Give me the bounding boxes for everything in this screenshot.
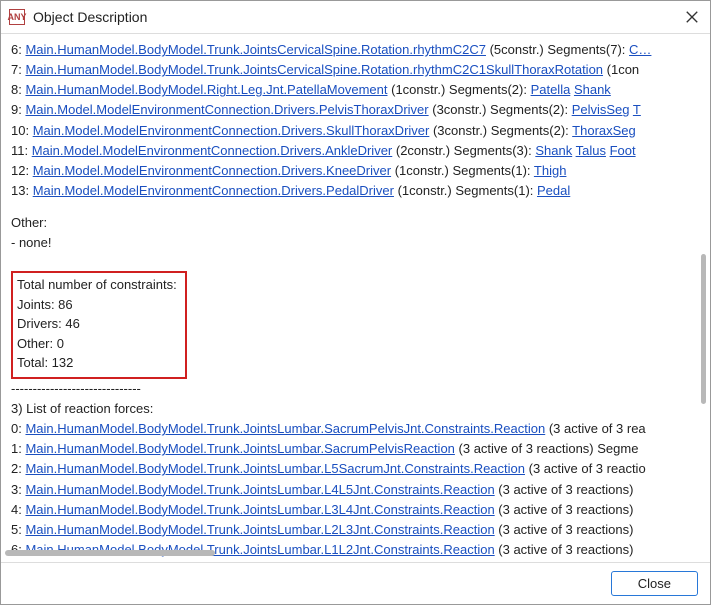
list-item: 8: Main.HumanModel.BodyModel.Right.Leg.J… — [11, 80, 700, 100]
line-index: 3: — [11, 482, 25, 497]
list-item: 1: Main.HumanModel.BodyModel.Trunk.Joint… — [11, 439, 700, 459]
line-index: 5: — [11, 522, 25, 537]
object-link[interactable]: Main.Model.ModelEnvironmentConnection.Dr… — [33, 123, 430, 138]
object-link[interactable]: Main.HumanModel.BodyModel.Trunk.JointsLu… — [25, 441, 454, 456]
totals-other: Other: 0 — [17, 334, 177, 354]
line-trail: (1con — [603, 62, 639, 77]
object-link[interactable]: Main.Model.ModelEnvironmentConnection.Dr… — [25, 102, 428, 117]
line-trail: (3 active of 3 reactio — [525, 461, 646, 476]
totals-joints: Joints: 86 — [17, 295, 177, 315]
list-item: 2: Main.HumanModel.BodyModel.Trunk.Joint… — [11, 459, 700, 479]
segment-link[interactable]: T — [633, 102, 641, 117]
list-item: 4: Main.HumanModel.BodyModel.Trunk.Joint… — [11, 500, 700, 520]
totals-box: Total number of constraints: Joints: 86 … — [11, 271, 187, 379]
object-link[interactable]: Main.HumanModel.BodyModel.Trunk.JointsLu… — [25, 482, 494, 497]
horizontal-scrollbar-thumb[interactable] — [5, 550, 215, 556]
line-index: 7: — [11, 62, 25, 77]
line-trail: (1constr.) Segments(1): — [394, 183, 537, 198]
close-icon[interactable] — [682, 7, 702, 27]
line-trail: (3constr.) Segments(2): — [429, 102, 572, 117]
line-trail: (3 active of 3 reactions) — [495, 502, 634, 517]
line-index: 12: — [11, 163, 33, 178]
list-item: 5: Main.HumanModel.BodyModel.Trunk.Joint… — [11, 520, 700, 540]
window-title: Object Description — [33, 9, 682, 25]
object-link[interactable]: Main.HumanModel.BodyModel.Trunk.JointsLu… — [25, 502, 494, 517]
list-item: 11: Main.Model.ModelEnvironmentConnectio… — [11, 141, 700, 161]
object-link[interactable]: Main.HumanModel.BodyModel.Right.Leg.Jnt.… — [25, 82, 387, 97]
line-index: 13: — [11, 183, 33, 198]
segment-link[interactable]: C… — [629, 42, 651, 57]
object-link[interactable]: Main.HumanModel.BodyModel.Trunk.JointsCe… — [25, 62, 603, 77]
app-icon: ANY — [9, 9, 25, 25]
line-trail: (3 active of 3 reactions) — [495, 482, 634, 497]
list-item: 0: Main.HumanModel.BodyModel.Trunk.Joint… — [11, 419, 700, 439]
segment-link[interactable]: Talus — [576, 143, 606, 158]
list-item: 3: Main.HumanModel.BodyModel.Trunk.Joint… — [11, 480, 700, 500]
list-item: 7: Main.HumanModel.BodyModel.Trunk.Joint… — [11, 60, 700, 80]
line-index: 9: — [11, 102, 25, 117]
other-none: - none! — [11, 233, 700, 253]
other-header: Other: — [11, 213, 700, 233]
list-item: 10: Main.Model.ModelEnvironmentConnectio… — [11, 121, 700, 141]
line-index: 6: — [11, 42, 25, 57]
list-item: 13: Main.Model.ModelEnvironmentConnectio… — [11, 181, 700, 201]
object-link[interactable]: Main.Model.ModelEnvironmentConnection.Dr… — [33, 183, 394, 198]
line-index: 0: — [11, 421, 25, 436]
line-trail: (2constr.) Segments(3): — [392, 143, 535, 158]
section3-header: 3) List of reaction forces: — [11, 399, 700, 419]
list-item: 12: Main.Model.ModelEnvironmentConnectio… — [11, 161, 700, 181]
segment-link[interactable]: ThoraxSeg — [572, 123, 636, 138]
line-trail: (1constr.) Segments(1): — [391, 163, 534, 178]
line-index: 8: — [11, 82, 25, 97]
line-trail: (3constr.) Segments(2): — [429, 123, 572, 138]
line-trail: (5constr.) Segments(7): — [486, 42, 629, 57]
content-area: 6: Main.HumanModel.BodyModel.Trunk.Joint… — [1, 34, 710, 557]
titlebar: ANY Object Description — [1, 1, 710, 34]
list-item: 9: Main.Model.ModelEnvironmentConnection… — [11, 100, 700, 120]
list-item: 6: Main.HumanModel.BodyModel.Trunk.Joint… — [11, 40, 700, 60]
segment-link[interactable]: Foot — [610, 143, 636, 158]
line-trail: (3 active of 3 rea — [545, 421, 645, 436]
divider-dashes: ------------------------------ — [11, 379, 700, 399]
object-link[interactable]: Main.Model.ModelEnvironmentConnection.Dr… — [33, 163, 391, 178]
line-trail: (1constr.) Segments(2): — [388, 82, 531, 97]
segment-link[interactable]: Shank — [574, 82, 611, 97]
segment-link[interactable]: PelvisSeg — [572, 102, 630, 117]
totals-header: Total number of constraints: — [17, 275, 177, 295]
line-index: 2: — [11, 461, 25, 476]
close-button[interactable]: Close — [611, 571, 698, 596]
line-trail: (3 active of 3 reactions) Segme — [455, 441, 639, 456]
object-link[interactable]: Main.HumanModel.BodyModel.Trunk.JointsCe… — [25, 42, 486, 57]
segment-link[interactable]: Thigh — [534, 163, 567, 178]
segment-link[interactable]: Pedal — [537, 183, 570, 198]
totals-total: Total: 132 — [17, 353, 177, 373]
segment-link[interactable]: Shank — [535, 143, 572, 158]
line-trail: (3 active of 3 reactions) — [495, 542, 634, 557]
object-link[interactable]: Main.Model.ModelEnvironmentConnection.Dr… — [32, 143, 393, 158]
object-link[interactable]: Main.HumanModel.BodyModel.Trunk.JointsLu… — [25, 522, 494, 537]
totals-drivers: Drivers: 46 — [17, 314, 177, 334]
object-link[interactable]: Main.HumanModel.BodyModel.Trunk.JointsLu… — [25, 461, 525, 476]
line-index: 11: — [11, 143, 32, 158]
object-link[interactable]: Main.HumanModel.BodyModel.Trunk.JointsLu… — [25, 421, 545, 436]
line-index: 1: — [11, 441, 25, 456]
line-trail: (3 active of 3 reactions) — [495, 522, 634, 537]
line-index: 10: — [11, 123, 33, 138]
vertical-scrollbar-thumb[interactable] — [701, 254, 706, 404]
line-index: 4: — [11, 502, 25, 517]
footer: Close — [1, 562, 710, 604]
segment-link[interactable]: Patella — [531, 82, 571, 97]
